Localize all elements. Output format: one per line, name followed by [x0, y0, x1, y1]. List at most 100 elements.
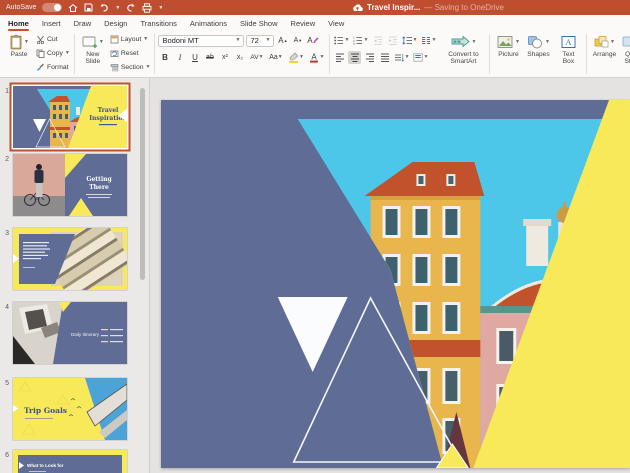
tab-insert[interactable]: Insert — [42, 17, 61, 30]
text-box-icon: A — [561, 35, 576, 49]
tab-view[interactable]: View — [328, 17, 344, 30]
align-text-button[interactable]: ▼ — [412, 51, 429, 64]
justify-button[interactable] — [378, 51, 391, 64]
home-button[interactable] — [68, 2, 78, 14]
slide-thumbnail-4[interactable]: Daily Itinerary — [13, 302, 127, 364]
tab-review[interactable]: Review — [291, 17, 316, 30]
change-case-button[interactable]: Aa▼ — [267, 51, 284, 64]
titlebar: AutoSave ▼ ▼ Travel Inspir... — Saving t… — [0, 0, 630, 15]
cut-button[interactable]: Cut — [35, 33, 71, 46]
home-icon — [68, 3, 78, 13]
strikethrough-button[interactable]: ab — [203, 51, 216, 64]
tab-home[interactable]: Home — [8, 17, 29, 30]
quick-styles-button[interactable]: ▼ Quick Styles — [618, 33, 630, 66]
undo-caret-icon[interactable]: ▼ — [115, 5, 120, 11]
decrease-indent-icon — [373, 36, 383, 45]
undo-icon — [99, 3, 109, 13]
slide-1-editor-view — [161, 100, 630, 468]
superscript-button[interactable]: x² — [218, 51, 231, 64]
line-spacing-button[interactable]: ▼ — [401, 34, 418, 47]
slide-thumbnail-3[interactable] — [13, 228, 127, 290]
print-button[interactable] — [142, 2, 152, 14]
bold-button[interactable]: B — [158, 51, 171, 64]
slide-thumbnail-1[interactable]: Travel Inspiration — [13, 86, 127, 148]
highlight-color-button[interactable]: ▼ — [286, 51, 305, 64]
picture-button[interactable]: ▼ Picture — [493, 33, 523, 58]
slide-thumbnail-2[interactable]: Getting There — [13, 154, 127, 216]
svg-text:There: There — [89, 184, 109, 191]
layout-button[interactable]: Layout▼ — [109, 33, 152, 46]
change-case-caret-icon: ▼ — [278, 55, 283, 60]
slide-number: 6 — [0, 452, 9, 459]
clear-formatting-button[interactable]: A — [306, 34, 319, 47]
shapes-button[interactable]: ▼ Shapes — [523, 33, 553, 58]
slide-canvas[interactable] — [161, 100, 630, 468]
text-direction-button[interactable]: ▼ — [393, 51, 410, 64]
layout-icon — [110, 35, 119, 44]
ribbon-tab-bar: Home Insert Draw Design Transitions Anim… — [0, 15, 630, 31]
convert-to-smartart-button[interactable]: ▼ Convert to SmartArt — [440, 33, 486, 66]
autosave-label: AutoSave — [6, 4, 36, 11]
paste-button[interactable]: ▼ Paste — [4, 33, 34, 58]
format-painter-button[interactable]: Format — [35, 61, 71, 74]
tab-transitions[interactable]: Transitions — [140, 17, 176, 30]
subscript-button[interactable]: x₂ — [233, 51, 246, 64]
slide-thumbnail-6[interactable]: What to Look for — [13, 450, 127, 473]
decrease-indent-button[interactable] — [371, 34, 384, 47]
slide-number: 5 — [0, 380, 9, 387]
slide-thumbnail-5[interactable]: Trip Goals — [13, 378, 127, 440]
toolbar-more-caret-icon[interactable]: ▼ — [158, 5, 163, 11]
underline-button[interactable]: U — [188, 51, 201, 64]
italic-button[interactable]: I — [173, 51, 186, 64]
align-center-button[interactable] — [348, 51, 361, 64]
columns-caret-icon: ▼ — [431, 38, 436, 43]
paragraph-group: ▼ 123▼ ▼ ▼ ▼ ▼ ▼ Convert to — [333, 33, 486, 66]
bullets-icon — [334, 36, 344, 45]
save-button[interactable] — [84, 2, 93, 14]
arrange-caret-icon: ▼ — [610, 40, 615, 45]
font-group: Bodoni MT▼ 72▼ A▲ A▼ A B I U ab x² x₂ AV… — [158, 33, 326, 65]
ribbon: ▼ Paste Cut Copy ▼ Format — [0, 31, 630, 78]
svg-text:A: A — [312, 53, 318, 62]
reset-button[interactable]: Reset — [109, 47, 152, 60]
format-painter-icon — [36, 63, 45, 72]
bullets-caret-icon: ▼ — [344, 38, 349, 43]
new-slide-icon — [82, 35, 98, 49]
section-button[interactable]: Section▼ — [109, 61, 152, 74]
svg-text:What to Look for: What to Look for — [27, 463, 64, 468]
undo-button[interactable] — [99, 2, 109, 14]
bullets-button[interactable]: ▼ — [333, 34, 350, 47]
thumbnail-scrollbar[interactable] — [140, 88, 145, 280]
shrink-font-button[interactable]: A▼ — [291, 34, 304, 47]
tab-slideshow[interactable]: Slide Show — [240, 17, 278, 30]
align-right-button[interactable] — [363, 51, 376, 64]
text-box-button[interactable]: A Text Box — [553, 33, 583, 66]
grow-font-button[interactable]: A▲ — [276, 34, 289, 47]
font-color-icon: A — [309, 52, 319, 63]
picture-caret-icon: ▼ — [515, 40, 520, 45]
tab-draw[interactable]: Draw — [74, 17, 92, 30]
copy-icon — [36, 49, 45, 58]
autosave-toggle[interactable] — [42, 3, 62, 12]
redo-button[interactable] — [126, 2, 136, 14]
tab-design[interactable]: Design — [104, 17, 127, 30]
font-size-caret-icon: ▼ — [266, 38, 271, 43]
font-size-select[interactable]: 72▼ — [246, 35, 274, 47]
font-name-select[interactable]: Bodoni MT▼ — [158, 35, 244, 47]
svg-text:3: 3 — [353, 42, 355, 45]
font-color-button[interactable]: A ▼ — [307, 51, 326, 64]
arrange-button[interactable]: ▼ Arrange — [590, 33, 618, 58]
redo-icon — [126, 3, 136, 13]
slide-4-preview: Daily Itinerary — [13, 302, 127, 364]
columns-button[interactable]: ▼ — [420, 34, 437, 47]
numbering-button[interactable]: 123▼ — [352, 34, 369, 47]
shrink-font-arrow-icon: ▼ — [298, 38, 302, 43]
tab-animations[interactable]: Animations — [190, 17, 227, 30]
character-spacing-button[interactable]: AV▼ — [248, 51, 265, 64]
increase-indent-button[interactable] — [386, 34, 399, 47]
copy-button[interactable]: Copy ▼ — [35, 47, 71, 60]
align-left-button[interactable] — [333, 51, 346, 64]
copy-caret-icon: ▼ — [65, 51, 70, 56]
slide-number: 2 — [0, 156, 9, 163]
new-slide-button[interactable]: ▼ New Slide — [78, 33, 108, 66]
